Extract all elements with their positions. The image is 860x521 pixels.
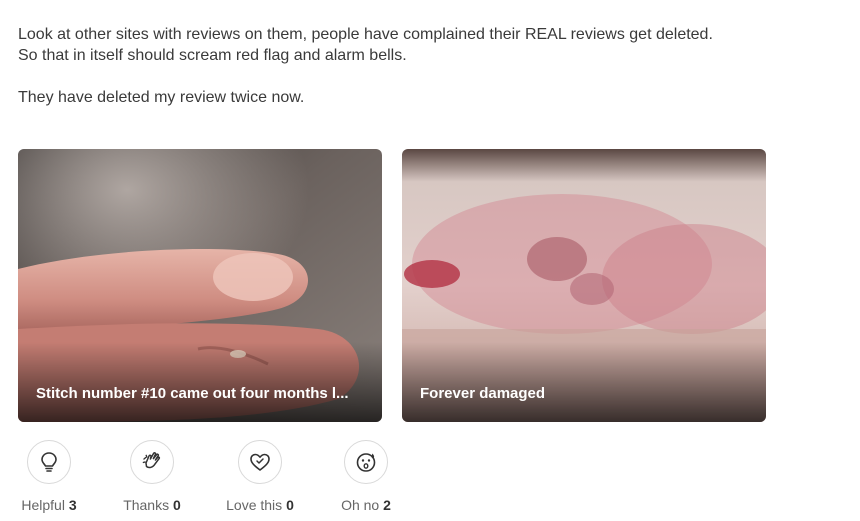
clapping-hands-icon bbox=[142, 452, 161, 469]
reaction-helpful[interactable]: Helpful 3 bbox=[18, 440, 80, 513]
review-photo-damage[interactable]: Forever damaged bbox=[402, 149, 766, 422]
reaction-count: 3 bbox=[68, 497, 77, 513]
reaction-count: 0 bbox=[173, 497, 181, 513]
photo-caption: Forever damaged bbox=[420, 385, 546, 402]
lightbulb-icon bbox=[41, 452, 57, 472]
thanks-button[interactable] bbox=[130, 440, 174, 484]
reaction-label: Oh no bbox=[341, 497, 380, 513]
love-this-button[interactable] bbox=[238, 440, 282, 484]
reaction-label: Love this bbox=[226, 497, 283, 513]
photo-caption: Stitch number #10 came out four months l… bbox=[36, 385, 349, 402]
oh-no-button[interactable] bbox=[344, 440, 388, 484]
reaction-label: Thanks bbox=[123, 497, 170, 513]
reaction-thanks[interactable]: Thanks 0 bbox=[120, 440, 184, 513]
review-text-line: Look at other sites with reviews on them… bbox=[18, 26, 713, 43]
review-text-line: So that in itself should scream red flag… bbox=[18, 47, 407, 64]
reaction-oh-no[interactable]: Oh no 2 bbox=[336, 440, 396, 513]
review-text-paragraph: They have deleted my review twice now. bbox=[18, 89, 305, 106]
reaction-count: 2 bbox=[383, 497, 391, 513]
review-photo-stitch[interactable]: Stitch number #10 came out four months l… bbox=[18, 149, 382, 422]
reaction-love-this[interactable]: Love this 0 bbox=[222, 440, 298, 513]
review-body: Look at other sites with reviews on them… bbox=[18, 24, 838, 108]
helpful-button[interactable] bbox=[27, 440, 71, 484]
surprised-face-icon bbox=[356, 453, 376, 472]
caption-overlay bbox=[402, 342, 766, 422]
caption-overlay bbox=[18, 342, 382, 422]
heart-icon bbox=[250, 453, 270, 471]
reaction-label: Helpful bbox=[21, 497, 65, 513]
reaction-count: 0 bbox=[286, 497, 294, 513]
